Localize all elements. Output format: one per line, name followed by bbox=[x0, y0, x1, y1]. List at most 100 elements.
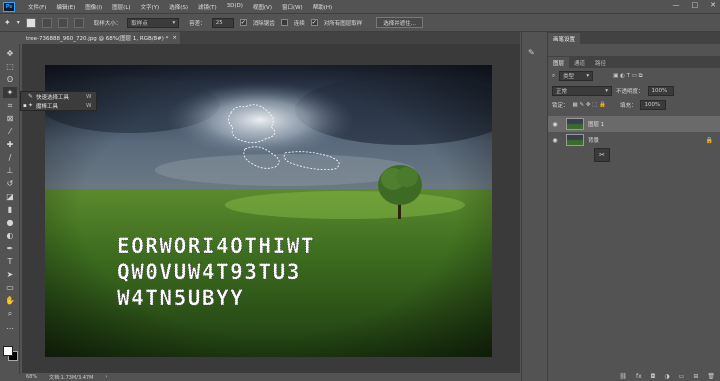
opacity-label: 不透明度： bbox=[616, 89, 644, 95]
history-brush-icon[interactable]: ↺ bbox=[3, 178, 17, 189]
lock-icons[interactable]: ▦ ✎ ✥ ⬚ 🔒 bbox=[573, 102, 606, 108]
type-tool-icon[interactable]: T bbox=[3, 256, 17, 267]
antialias-checkbox[interactable]: ✓ bbox=[239, 19, 247, 26]
dodge-tool-icon[interactable]: ◐ bbox=[3, 230, 17, 241]
window-controls: — □ ✕ bbox=[673, 1, 717, 9]
layer-name: 图层 1 bbox=[588, 122, 605, 128]
marquee-tool-icon[interactable]: ⬚ bbox=[3, 61, 17, 72]
zoom-level[interactable]: 68% bbox=[26, 374, 37, 380]
healing-brush-icon[interactable]: ✚ bbox=[3, 139, 17, 150]
flyout-quick-selection[interactable]: ✎ 快速选择工具 W bbox=[21, 92, 96, 101]
layer-style-icon[interactable]: fx bbox=[636, 373, 642, 380]
flyout-item-shortcut: W bbox=[86, 93, 92, 100]
path-selection-icon[interactable]: ➤ bbox=[3, 269, 17, 280]
menu-select[interactable]: 选择(S) bbox=[164, 3, 193, 11]
menu-view[interactable]: 视图(V) bbox=[248, 3, 277, 11]
opacity-value: 100% bbox=[651, 88, 668, 94]
adjustment-layer-icon[interactable]: ◑ bbox=[664, 373, 669, 380]
antialias-label: 消除锯齿 bbox=[252, 20, 275, 27]
maximize-button[interactable]: □ bbox=[692, 1, 699, 9]
filter-kind-select[interactable]: 类型 ▾ bbox=[559, 71, 594, 81]
blend-mode-select[interactable]: 正常 ▾ bbox=[552, 86, 612, 96]
menu-file[interactable]: 文件(F) bbox=[23, 3, 51, 11]
eraser-tool-icon[interactable]: ◪ bbox=[3, 191, 17, 202]
frame-tool-icon[interactable]: ⊠ bbox=[3, 113, 17, 124]
tolerance-value: 25 bbox=[215, 19, 223, 26]
tab-paths[interactable]: 路径 bbox=[590, 57, 611, 68]
flyout-magic-wand[interactable]: ▪ ✦ 魔棒工具 W bbox=[21, 101, 96, 110]
tab-channels[interactable]: 通道 bbox=[569, 57, 590, 68]
tab-layers[interactable]: 图层 bbox=[548, 57, 570, 68]
tab-brush-settings[interactable]: 画笔设置 bbox=[548, 33, 581, 44]
crop-tool-icon[interactable]: ⌗ bbox=[3, 100, 17, 111]
flyout-item-label: 快速选择工具 bbox=[36, 94, 70, 101]
menu-filter[interactable]: 滤镜(T) bbox=[193, 3, 222, 11]
menu-3d[interactable]: 3D(D) bbox=[222, 3, 248, 11]
brush-settings-icon[interactable]: ✎ bbox=[528, 48, 535, 57]
menu-layer[interactable]: 图层(L) bbox=[107, 3, 135, 11]
link-layers-icon[interactable]: ⛓ bbox=[619, 373, 627, 380]
canvas-text-line-2: QW0VUW4T93TU3 bbox=[117, 260, 301, 284]
gradient-tool-icon[interactable]: ▮ bbox=[3, 204, 17, 215]
document-tab[interactable]: tree-736888_960_720.jpg @ 68%(图层 1, RGB/… bbox=[22, 32, 180, 44]
magic-wand-icon[interactable]: ✦ bbox=[4, 18, 11, 27]
tool-preset-dropdown[interactable]: ▾ bbox=[17, 19, 20, 26]
menu-help[interactable]: 帮助(H) bbox=[308, 3, 337, 11]
zoom-tool-icon[interactable]: ⌕ bbox=[3, 308, 17, 319]
lasso-tool-icon[interactable]: ʘ bbox=[3, 74, 17, 85]
fill-input[interactable]: 100% bbox=[640, 100, 667, 110]
contiguous-checkbox[interactable] bbox=[280, 19, 288, 26]
new-group-icon[interactable]: ▭ bbox=[679, 373, 685, 380]
layer-filter-row: ⌕ 类型 ▾ ▣ ◐ T ▭ ⧉ bbox=[548, 68, 720, 84]
document-tabs: tree-736888_960_720.jpg @ 68%(图层 1, RGB/… bbox=[22, 32, 520, 44]
tolerance-input[interactable]: 25 bbox=[211, 17, 234, 28]
add-mask-icon[interactable]: ◘ bbox=[651, 373, 656, 380]
lock-label: 锁定： bbox=[552, 103, 569, 109]
eye-icon[interactable]: ◉ bbox=[548, 137, 562, 144]
close-button[interactable]: ✕ bbox=[710, 1, 716, 9]
clone-stamp-icon[interactable]: ⊥ bbox=[3, 165, 17, 176]
new-layer-icon[interactable]: ⊞ bbox=[693, 373, 698, 380]
chevron-down-icon: ▾ bbox=[586, 73, 590, 79]
intersect-selection-button[interactable] bbox=[73, 17, 84, 28]
blur-tool-icon[interactable]: ● bbox=[3, 217, 17, 228]
status-bar: 68% 文档:1.73M/3.47M › bbox=[22, 373, 520, 381]
new-selection-button[interactable] bbox=[25, 17, 36, 28]
eyedropper-tool-icon[interactable]: ⁄ bbox=[3, 126, 17, 137]
photoshop-logo: Ps bbox=[3, 1, 15, 12]
layer-row[interactable]: ◉ 图层 1 bbox=[548, 116, 720, 132]
hand-tool-icon[interactable]: ✋ bbox=[3, 295, 17, 306]
filter-kind-value: 类型 bbox=[563, 74, 575, 80]
rectangle-tool-icon[interactable]: ▭ bbox=[3, 282, 17, 293]
subtract-selection-button[interactable] bbox=[57, 17, 68, 28]
sample-size-select[interactable]: 取样点 ▾ bbox=[127, 17, 180, 28]
magic-wand-tool-icon[interactable]: ✦ bbox=[3, 87, 17, 98]
add-selection-button[interactable] bbox=[41, 17, 52, 28]
filter-icons[interactable]: ▣ ◐ T ▭ ⧉ bbox=[613, 73, 642, 80]
menu-edit[interactable]: 编辑(E) bbox=[51, 3, 80, 11]
tab-close-icon[interactable]: × bbox=[172, 35, 177, 41]
pen-tool-icon[interactable]: ✒ bbox=[3, 243, 17, 254]
layer-thumbnail bbox=[566, 134, 584, 146]
brush-tool-icon[interactable]: ∕ bbox=[3, 152, 17, 163]
menu-type[interactable]: 文字(Y) bbox=[136, 3, 165, 11]
minimize-button[interactable]: — bbox=[673, 1, 680, 9]
menu-image[interactable]: 图像(I) bbox=[80, 3, 107, 11]
chevron-right-icon[interactable]: › bbox=[105, 374, 107, 380]
menu-window[interactable]: 窗口(W) bbox=[277, 3, 308, 11]
blend-row: 正常 ▾ 不透明度： 100% bbox=[548, 84, 720, 98]
sample-size-label: 取样大小： bbox=[93, 20, 122, 27]
menu-bar: Ps 文件(F) 编辑(E) 图像(I) 图层(L) 文字(Y) 选择(S) 滤… bbox=[0, 0, 720, 13]
quick-selection-icon: ✎ bbox=[28, 93, 34, 100]
more-tools-icon[interactable]: … bbox=[3, 321, 17, 332]
all-layers-checkbox[interactable]: ✓ bbox=[310, 19, 318, 26]
layer-row[interactable]: ◉ 背景 🔒 bbox=[548, 132, 720, 148]
foreground-color-swatch[interactable] bbox=[3, 346, 13, 356]
tolerance-label: 容差： bbox=[189, 20, 206, 27]
eye-icon[interactable]: ◉ bbox=[548, 121, 562, 128]
document-canvas[interactable]: EORWORI4OTHIWT QW0VUW4T93TU3 W4TN5UBYY bbox=[45, 65, 492, 357]
delete-layer-icon[interactable]: 🗑 bbox=[707, 373, 715, 380]
opacity-input[interactable]: 100% bbox=[647, 86, 674, 96]
select-and-mask-button[interactable]: 选择并遮住... bbox=[376, 17, 424, 28]
move-tool-icon[interactable]: ✥ bbox=[3, 48, 17, 59]
